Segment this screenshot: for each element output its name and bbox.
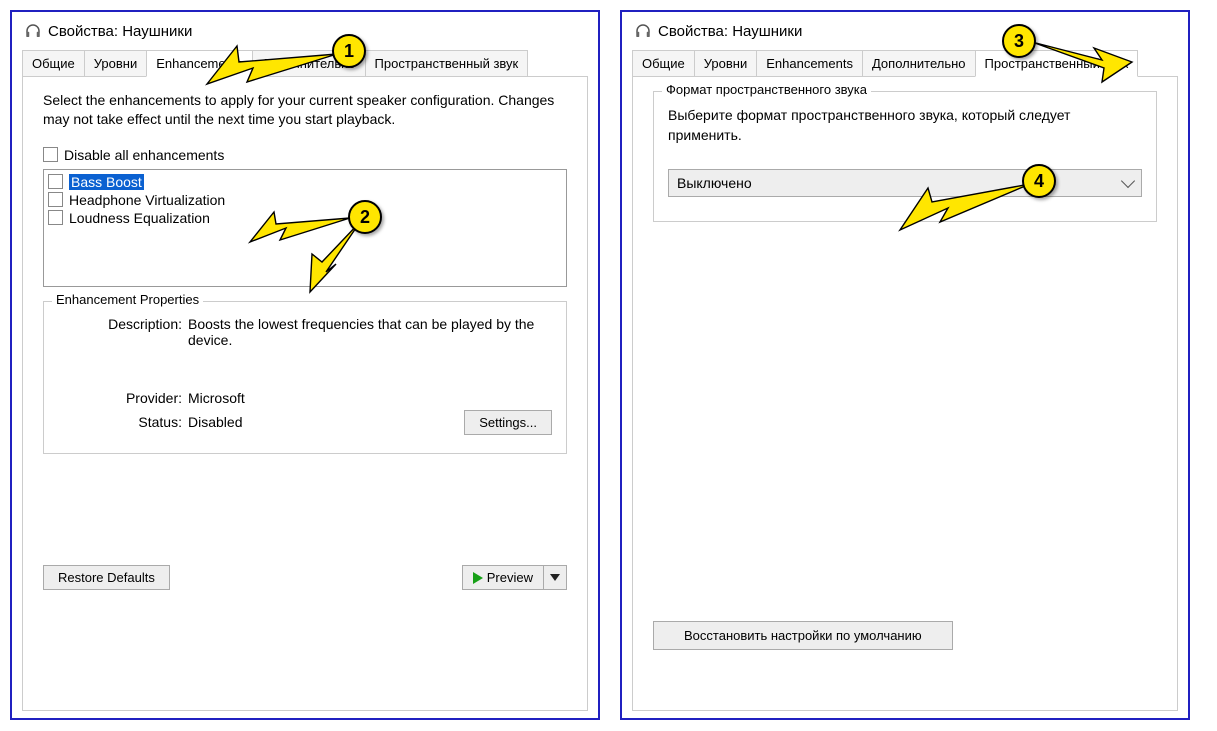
window-title: Свойства: Наушники: [658, 23, 802, 40]
enhancements-intro: Select the enhancements to apply for you…: [43, 91, 567, 129]
disable-all-checkbox[interactable]: [43, 147, 58, 162]
enhancement-checkbox[interactable]: [48, 210, 63, 225]
combo-value: Выключено: [677, 175, 752, 191]
group-legend: Формат пространственного звука: [662, 82, 871, 97]
tab-levels[interactable]: Уровни: [84, 50, 147, 76]
enhancement-label: Loudness Equalization: [69, 210, 210, 226]
disable-all-row[interactable]: Disable all enhancements: [43, 147, 567, 163]
preview-dropdown[interactable]: [544, 565, 567, 590]
annotation-callout: 2: [348, 200, 382, 234]
list-item[interactable]: Bass Boost: [48, 173, 562, 191]
annotation-callout: 3: [1002, 24, 1036, 58]
tab-levels[interactable]: Уровни: [694, 50, 757, 76]
enhancement-label: Bass Boost: [69, 174, 144, 190]
spatial-sound-pane: Формат пространственного звука Выберите …: [632, 77, 1178, 711]
spatial-format-text: Выберите формат пространственного звука,…: [668, 106, 1128, 145]
restore-button-wrap: Восстановить настройки по умолчанию: [653, 621, 953, 650]
preview-button[interactable]: Preview: [462, 565, 544, 590]
tab-general[interactable]: Общие: [22, 50, 85, 76]
description-label: Description:: [58, 316, 188, 348]
tab-spatial-sound[interactable]: Пространственный звук: [365, 50, 529, 76]
enhancement-checkbox[interactable]: [48, 174, 63, 189]
enhancement-properties-group: Enhancement Properties Description: Boos…: [43, 301, 567, 454]
status-value: Disabled: [188, 414, 464, 430]
description-value: Boosts the lowest frequencies that can b…: [188, 316, 552, 348]
group-legend: Enhancement Properties: [52, 292, 203, 307]
list-item[interactable]: Headphone Virtualization: [48, 191, 562, 209]
restore-defaults-button[interactable]: Восстановить настройки по умолчанию: [653, 621, 953, 650]
window-title: Свойства: Наушники: [48, 23, 192, 40]
status-label: Status:: [58, 414, 188, 430]
enhancements-pane: Select the enhancements to apply for you…: [22, 77, 588, 711]
annotation-arrow: [1032, 36, 1132, 84]
annotation-callout: 1: [332, 34, 366, 68]
tab-enhancements[interactable]: Enhancements: [756, 50, 863, 76]
settings-button[interactable]: Settings...: [464, 410, 552, 435]
provider-value: Microsoft: [188, 390, 552, 406]
annotation-callout: 4: [1022, 164, 1056, 198]
headphones-icon: [24, 22, 42, 40]
provider-label: Provider:: [58, 390, 188, 406]
enhancement-label: Headphone Virtualization: [69, 192, 225, 208]
window-enhancements: Свойства: Наушники Общие Уровни Enhancem…: [10, 10, 600, 720]
enhancement-checkbox[interactable]: [48, 192, 63, 207]
headphones-icon: [634, 22, 652, 40]
chevron-down-icon: [1121, 174, 1135, 188]
disable-all-label: Disable all enhancements: [64, 147, 224, 163]
annotation-arrow: [900, 180, 1040, 240]
preview-split-button[interactable]: Preview: [462, 565, 567, 590]
preview-label: Preview: [487, 570, 533, 585]
play-icon: [473, 572, 483, 584]
restore-defaults-button[interactable]: Restore Defaults: [43, 565, 170, 590]
annotation-arrow: [207, 44, 347, 94]
tab-general[interactable]: Общие: [632, 50, 695, 76]
window-spatial-sound: Свойства: Наушники Общие Уровни Enhancem…: [620, 10, 1190, 720]
tab-advanced[interactable]: Дополнительно: [862, 50, 976, 76]
bottom-row: Restore Defaults Preview: [43, 565, 567, 590]
chevron-down-icon: [550, 574, 560, 581]
